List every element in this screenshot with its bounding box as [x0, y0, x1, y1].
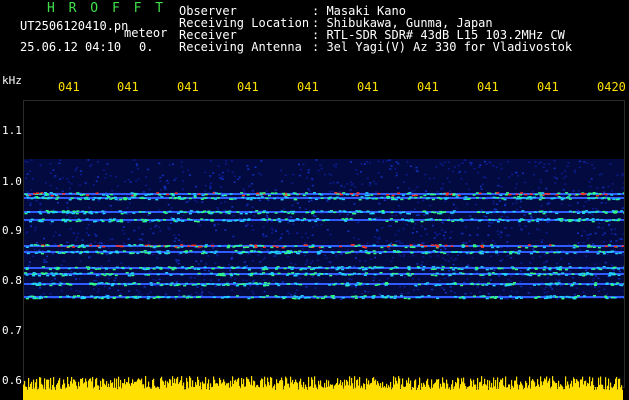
- time-label-2: 041: [117, 80, 139, 94]
- time-label-10: 0420: [597, 80, 626, 94]
- spectrogram: [23, 100, 625, 388]
- audio-level-bar: [23, 376, 623, 400]
- time-label-6: 041: [357, 80, 379, 94]
- mode-label: meteor: [124, 26, 168, 40]
- time-label-4: 041: [237, 80, 259, 94]
- app-brand: H R O F F T: [47, 1, 167, 16]
- antenna-label: Receiving Antenna: [179, 40, 302, 54]
- time-label-5: 041: [297, 80, 319, 94]
- antenna-value: : 3el Yagi(V) Az 330 for Vladivostok: [312, 40, 573, 54]
- freq-label-1.1: 1.1: [2, 124, 22, 137]
- time-label-8: 041: [477, 80, 499, 94]
- freq-label-0.6: 0.6: [2, 374, 22, 387]
- freq-label-0.8: 0.8: [2, 274, 22, 287]
- count-value: 0.: [139, 40, 154, 54]
- time-label-1: 041: [58, 80, 80, 94]
- hrofft-screen: H R O F F T UT2506120410.pn meteor 25.06…: [0, 0, 629, 400]
- date-time: 25.06.12 04:10: [20, 40, 122, 54]
- time-label-9: 041: [537, 80, 559, 94]
- freq-unit-label: kHz: [2, 74, 22, 87]
- freq-label-1.0: 1.0: [2, 175, 22, 188]
- file-name: UT2506120410.pn: [20, 19, 129, 33]
- time-label-3: 041: [177, 80, 199, 94]
- freq-label-0.7: 0.7: [2, 324, 22, 337]
- audio-level-trace: [23, 376, 623, 400]
- spectrogram-noise: [24, 159, 624, 301]
- time-label-7: 041: [417, 80, 439, 94]
- freq-label-0.9: 0.9: [2, 224, 22, 237]
